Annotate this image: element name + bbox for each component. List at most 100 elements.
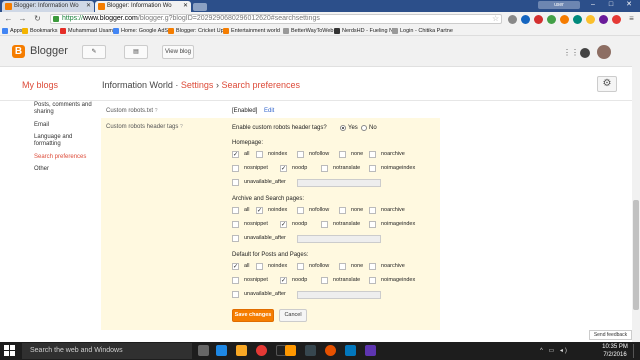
checkbox-nofollow[interactable] <box>297 207 304 214</box>
checkbox-all[interactable]: ✓ <box>232 151 239 158</box>
checkbox-nosnippet[interactable] <box>232 221 239 228</box>
extension-icon[interactable] <box>560 15 569 24</box>
extension-icon[interactable] <box>508 15 517 24</box>
address-bar[interactable]: https://www.blogger.com/blogger.g?blogID… <box>50 14 502 24</box>
maximize-icon[interactable]: □ <box>602 0 620 10</box>
checkbox-unavailable-after[interactable] <box>232 179 239 186</box>
no-radio[interactable] <box>361 125 367 131</box>
edge-icon[interactable] <box>216 345 227 356</box>
checkbox-noarchive[interactable] <box>369 151 376 158</box>
close-window-icon[interactable]: ✕ <box>620 0 638 10</box>
sidebar-item-other[interactable]: Other <box>34 166 49 173</box>
checkbox-unavailable-after[interactable] <box>232 235 239 242</box>
sidebar-item-language[interactable]: Language and formatting <box>34 134 84 148</box>
windows-start-icon[interactable] <box>4 345 16 357</box>
menu-icon[interactable]: ≡ <box>626 13 637 24</box>
send-feedback-button[interactable]: Send feedback <box>589 330 632 340</box>
edit-link[interactable]: Edit <box>264 108 274 114</box>
extension-icon[interactable] <box>521 15 530 24</box>
bookmark-apps[interactable]: Apps <box>2 27 23 35</box>
bookmark-entertainment[interactable]: Entertainment world <box>223 27 280 35</box>
back-icon[interactable]: ← <box>3 13 14 24</box>
posts-list-button[interactable]: ▤ <box>124 45 148 59</box>
breadcrumb-settings[interactable]: Settings <box>181 80 214 90</box>
checkbox-noodp[interactable]: ✓ <box>280 221 287 228</box>
bookmark-adsense[interactable]: Home: Google AdSe <box>113 27 171 35</box>
new-tab-button[interactable] <box>193 3 207 11</box>
scrollbar-thumb[interactable] <box>633 200 639 310</box>
checkbox-noindex[interactable]: ✓ <box>256 207 263 214</box>
firefox-icon[interactable] <box>325 345 336 356</box>
checkbox-nofollow[interactable] <box>297 151 304 158</box>
sidebar-item-posts[interactable]: Posts, comments and sharing <box>34 102 96 116</box>
my-blogs-link[interactable]: My blogs <box>22 80 58 90</box>
checkbox-nosnippet[interactable] <box>232 165 239 172</box>
checkbox-notranslate[interactable] <box>321 277 328 284</box>
reload-icon[interactable]: ↻ <box>32 13 43 24</box>
avatar[interactable] <box>597 45 611 59</box>
extension-icon[interactable] <box>573 15 582 24</box>
checkbox-nofollow[interactable] <box>297 263 304 270</box>
task-view-icon[interactable] <box>198 345 209 356</box>
checkbox-noodp[interactable]: ✓ <box>280 277 287 284</box>
system-tray-icons[interactable]: ^ ▭ ◂) <box>540 347 592 355</box>
checkbox-all[interactable]: ✓ <box>232 263 239 270</box>
file-explorer-icon[interactable] <box>236 345 247 356</box>
new-post-button[interactable]: ✎ <box>82 45 106 59</box>
help-icon[interactable]: ? <box>155 108 158 114</box>
show-desktop-button[interactable] <box>633 344 639 358</box>
checkbox-notranslate[interactable] <box>321 221 328 228</box>
browser-tab-1[interactable]: Blogger: Information Wo ✕ <box>2 1 94 12</box>
sidebar-item-email[interactable]: Email <box>34 122 49 129</box>
chrome-icon[interactable] <box>256 345 267 356</box>
checkbox-noarchive[interactable] <box>369 263 376 270</box>
checkbox-noimageindex[interactable] <box>369 221 376 228</box>
minimize-icon[interactable]: – <box>584 0 602 10</box>
close-tab-icon[interactable]: ✕ <box>86 1 91 12</box>
bookmark-blogger-cricket[interactable]: Blogger: Cricket Upd <box>168 27 227 35</box>
app-icon[interactable] <box>365 345 376 356</box>
checkbox-none[interactable] <box>339 151 346 158</box>
help-icon[interactable]: ? <box>180 124 183 130</box>
yes-radio[interactable] <box>340 125 346 131</box>
checkbox-noindex[interactable] <box>256 151 263 158</box>
profile-chip[interactable]: user <box>538 1 580 9</box>
bookmark-star-icon[interactable]: ☆ <box>492 14 499 23</box>
bookmark-betterwaytoweb[interactable]: BetterWayToWeb <box>283 27 334 35</box>
extension-icon[interactable] <box>547 15 556 24</box>
extension-icon[interactable] <box>599 15 608 24</box>
bookmark-nerdshd[interactable]: NerdsHD - Fueling N <box>334 27 393 35</box>
taskbar-clock[interactable]: 10:35 PM 7/2/2016 <box>598 343 632 359</box>
taskbar-search-box[interactable]: Search the web and Windows <box>22 343 192 359</box>
extension-icon[interactable] <box>534 15 543 24</box>
unavailable-after-input[interactable] <box>297 291 381 299</box>
app-icon[interactable] <box>345 345 356 356</box>
gear-icon[interactable]: ⚙ <box>597 76 617 92</box>
unavailable-after-input[interactable] <box>297 235 381 243</box>
checkbox-notranslate[interactable] <box>321 165 328 172</box>
checkbox-noarchive[interactable] <box>369 207 376 214</box>
cancel-button[interactable]: Cancel <box>279 309 307 322</box>
bookmark-bookmarks[interactable]: Bookmarks <box>22 27 58 35</box>
checkbox-all[interactable] <box>232 207 239 214</box>
unavailable-after-input[interactable] <box>297 179 381 187</box>
blogger-wordmark[interactable]: Blogger <box>30 45 68 58</box>
close-tab-icon[interactable]: ✕ <box>183 1 188 12</box>
checkbox-nosnippet[interactable] <box>232 277 239 284</box>
notifications-icon[interactable] <box>580 48 590 58</box>
checkbox-noindex[interactable] <box>256 263 263 270</box>
checkbox-noimageindex[interactable] <box>369 277 376 284</box>
app-icon[interactable] <box>305 345 316 356</box>
sidebar-item-search-preferences[interactable]: Search preferences <box>34 154 86 161</box>
bookmark-youtube[interactable]: Muhammad Usama <box>60 27 116 35</box>
checkbox-unavailable-after[interactable] <box>232 291 239 298</box>
browser-tab-2[interactable]: Blogger: Information Wo ✕ <box>95 1 191 12</box>
extension-icon[interactable] <box>612 15 621 24</box>
checkbox-none[interactable] <box>339 263 346 270</box>
checkbox-none[interactable] <box>339 207 346 214</box>
save-changes-button[interactable]: Save changes <box>232 309 274 322</box>
blogger-logo-icon[interactable]: B <box>12 45 25 58</box>
forward-icon[interactable]: → <box>17 13 28 24</box>
checkbox-noodp[interactable]: ✓ <box>280 165 287 172</box>
view-blog-button[interactable]: View blog <box>162 45 194 59</box>
